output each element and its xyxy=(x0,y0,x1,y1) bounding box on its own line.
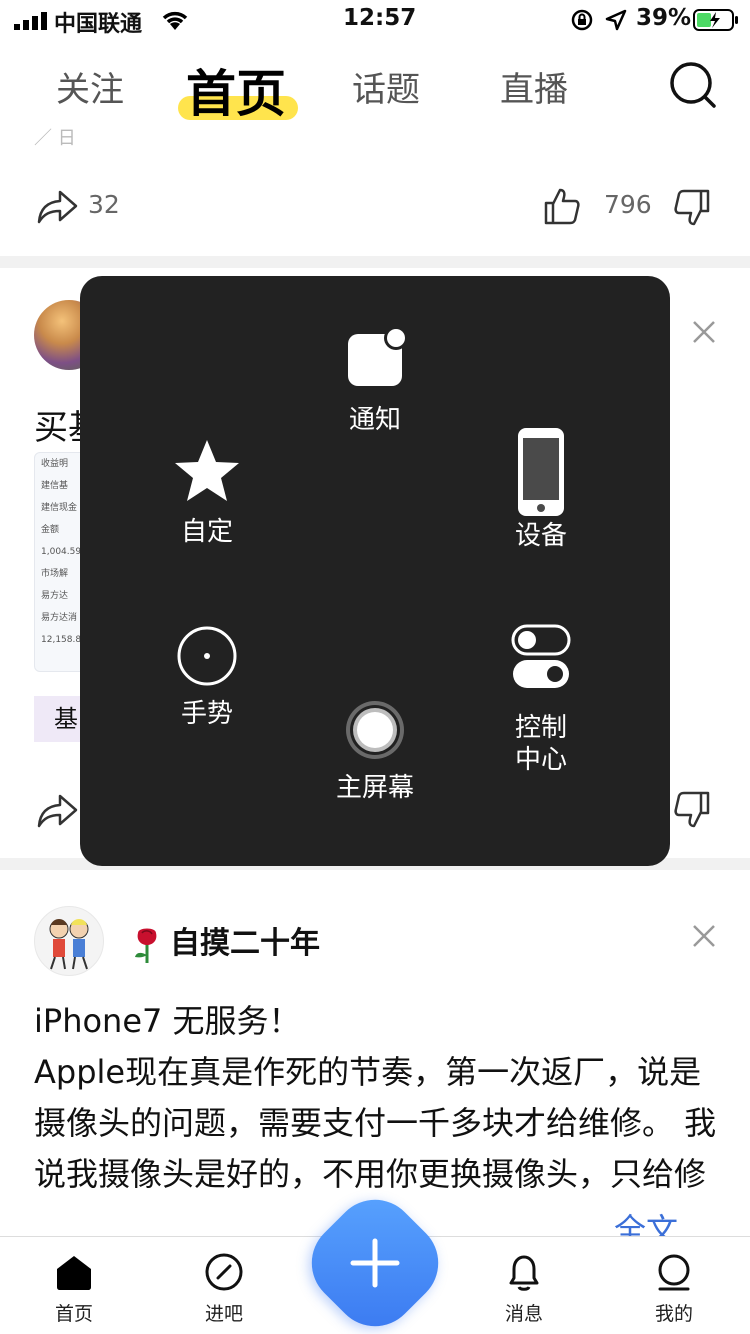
at-gesture[interactable]: 手势 xyxy=(132,624,282,730)
at-notification[interactable]: 通知 xyxy=(300,324,450,436)
nav-home[interactable]: 首页 xyxy=(24,1251,124,1326)
bell-icon xyxy=(509,1255,539,1291)
post3-avatar[interactable] xyxy=(34,906,104,976)
post3-username[interactable]: 自摸二十年 xyxy=(130,918,320,965)
rose-icon xyxy=(135,928,157,963)
post3-body: iPhone7 无服务！ Apple现在真是作死的节奏，第一次返厂，说是摄像头的… xyxy=(34,1002,717,1193)
nav-messages[interactable]: 消息 xyxy=(474,1251,574,1326)
thumbs-up-icon[interactable] xyxy=(542,186,582,226)
share-count: 32 xyxy=(88,190,120,219)
tab-following[interactable]: 关注 xyxy=(56,62,124,111)
gesture-icon xyxy=(177,626,237,686)
at-control-center-line1: 控制 xyxy=(514,713,567,743)
at-control-center[interactable]: 控制 中心 xyxy=(466,624,616,776)
tab-live[interactable]: 直播 xyxy=(500,62,568,111)
previous-post-fragment: ／ 日 xyxy=(34,128,76,149)
share-icon[interactable] xyxy=(36,188,78,226)
at-control-center-line2: 中心 xyxy=(514,745,567,775)
home-icon xyxy=(57,1256,91,1290)
compass-icon xyxy=(205,1253,243,1291)
at-home[interactable]: 主屏幕 xyxy=(300,698,450,804)
wifi-icon xyxy=(162,11,188,30)
at-device-label: 设备 xyxy=(514,521,567,551)
at-notification-label: 通知 xyxy=(348,405,401,435)
post3-username-text: 自摸二十年 xyxy=(170,926,320,961)
toggle-icon xyxy=(511,624,571,688)
status-bar: 中国联通 12:57 39% xyxy=(0,0,750,40)
nav-enter-bar[interactable]: 进吧 xyxy=(174,1251,274,1326)
search-icon[interactable] xyxy=(668,60,718,110)
nav-enter-bar-label: 进吧 xyxy=(204,1303,243,1325)
battery-percent: 39% xyxy=(636,5,692,31)
home-button-icon xyxy=(346,701,404,759)
at-device[interactable]: 设备 xyxy=(466,426,616,552)
post1-actions: 32 796 xyxy=(0,180,750,240)
plus-icon xyxy=(350,1238,400,1288)
at-custom-label: 自定 xyxy=(180,517,233,547)
signal-icon xyxy=(14,12,47,30)
notification-icon xyxy=(348,326,408,386)
at-home-label: 主屏幕 xyxy=(335,773,414,803)
close-icon[interactable] xyxy=(690,318,718,346)
top-tab-bar: 关注 首页 话题 直播 xyxy=(0,48,750,128)
thumbs-down-icon[interactable] xyxy=(672,188,712,228)
star-icon xyxy=(175,440,239,501)
like-count: 796 xyxy=(604,190,652,219)
clock-time: 12:57 xyxy=(343,5,417,31)
tab-home[interactable]: 首页 xyxy=(186,54,286,126)
at-control-center-label: 控制 中心 xyxy=(466,712,616,776)
thumbs-down-icon[interactable] xyxy=(672,790,712,830)
feed-divider xyxy=(0,256,750,268)
rotation-lock-icon xyxy=(571,9,593,31)
at-custom[interactable]: 自定 xyxy=(132,436,282,548)
device-icon xyxy=(518,428,564,516)
close-icon[interactable] xyxy=(690,922,718,950)
nav-home-label: 首页 xyxy=(54,1303,93,1325)
location-icon xyxy=(605,9,627,31)
nav-profile-label: 我的 xyxy=(654,1303,693,1325)
post3-text[interactable]: iPhone7 无服务！ Apple现在真是作死的节奏，第一次返厂，说是摄像头的… xyxy=(34,996,724,1201)
share-icon[interactable] xyxy=(36,792,78,830)
nav-messages-label: 消息 xyxy=(504,1303,543,1325)
nav-profile[interactable]: 我的 xyxy=(624,1251,724,1326)
carrier-label: 中国联通 xyxy=(54,12,143,37)
assistive-touch-menu: 通知 自定 设备 手势 控制 中心 主屏幕 xyxy=(80,276,670,866)
profile-icon xyxy=(658,1254,690,1291)
battery-icon xyxy=(693,9,738,31)
at-gesture-label: 手势 xyxy=(180,699,233,729)
avatar-image xyxy=(49,919,89,970)
tab-topics[interactable]: 话题 xyxy=(352,62,420,111)
